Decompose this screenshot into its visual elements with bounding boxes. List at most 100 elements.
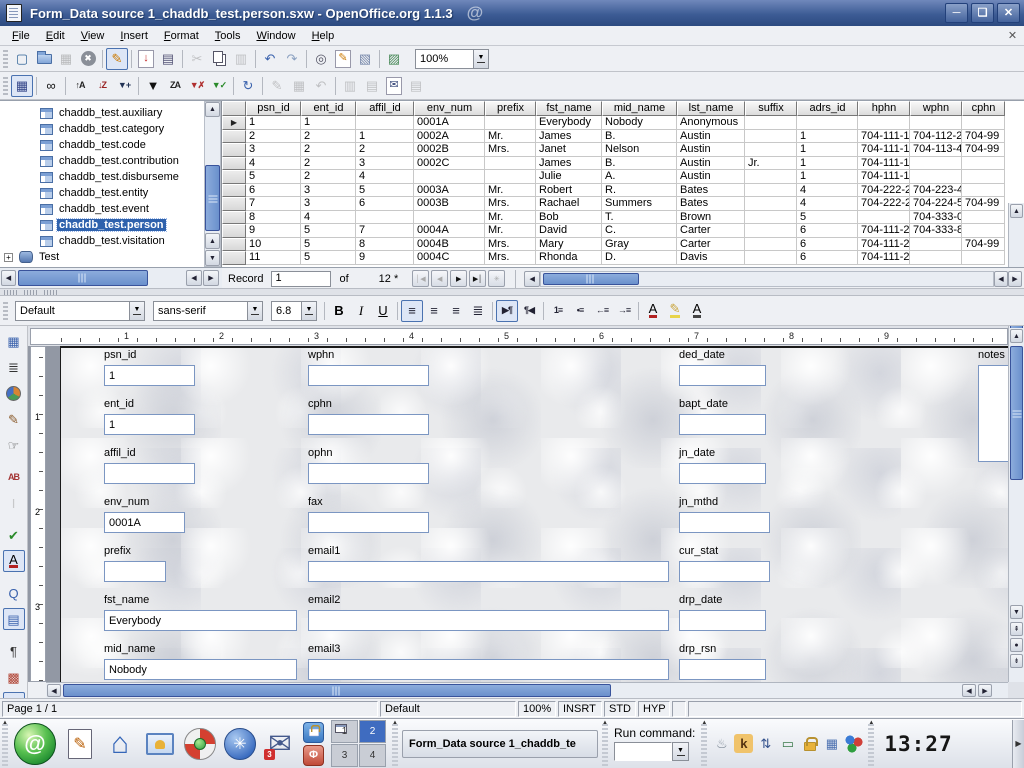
klipper-icon[interactable]: k [734, 734, 753, 753]
taskbar-clock[interactable]: 13:27 [884, 732, 952, 756]
field-input-ded_date[interactable] [679, 365, 766, 386]
field-input-env_num[interactable]: 0001A [104, 512, 185, 533]
toolbar-grip[interactable] [3, 302, 8, 320]
cell-cphn[interactable] [962, 211, 1005, 225]
cell-suffix[interactable] [745, 224, 797, 238]
first-record-button[interactable]: │◀ [412, 270, 429, 287]
cell-adrs_id[interactable]: 4 [797, 184, 858, 198]
field-input-notes[interactable] [978, 365, 1008, 462]
cell-psn_id[interactable]: 7 [246, 197, 301, 211]
cell-suffix[interactable] [745, 116, 797, 130]
cell-prefix[interactable]: Mr. [485, 211, 536, 225]
cell-env_num[interactable]: 0002B [414, 143, 485, 157]
size-dropdown-icon[interactable]: ▼ [301, 301, 317, 321]
sort-descending-icon[interactable]: ↓Z [91, 75, 113, 97]
cell-prefix[interactable]: Mrs. [485, 251, 536, 265]
row-selector[interactable] [222, 143, 246, 157]
prev-record-button[interactable]: ◀ [431, 270, 448, 287]
field-input-bapt_date[interactable] [679, 414, 766, 435]
document-close-icon[interactable]: ✕ [1005, 28, 1020, 43]
cell-adrs_id[interactable]: 6 [797, 224, 858, 238]
graphics-onoff-icon[interactable]: ▩ [3, 666, 25, 688]
tree-item-entity[interactable]: chaddb_test.entity [40, 185, 150, 201]
cell-suffix[interactable] [745, 143, 797, 157]
cell-psn_id[interactable]: 4 [246, 157, 301, 171]
cell-env_num[interactable]: 0004B [414, 238, 485, 252]
cell-hphn[interactable]: 704-111-2 [858, 224, 910, 238]
cell-lst_name[interactable]: Anonymous [677, 116, 745, 130]
column-header-cphn[interactable]: cphn [962, 101, 1005, 116]
column-header-mid_name[interactable]: mid_name [602, 101, 677, 116]
row-selector[interactable] [222, 224, 246, 238]
field-input-jn_date[interactable] [679, 463, 766, 484]
autospellcheck-icon[interactable]: A [3, 550, 25, 572]
scroll-right-icon[interactable]: ▶ [978, 684, 992, 697]
cell-fst_name[interactable]: Julie [536, 170, 602, 184]
insert-fields-icon[interactable]: ≣ [3, 356, 25, 378]
cell-ent_id[interactable]: 4 [301, 211, 356, 225]
autotext-icon[interactable]: AB [3, 466, 25, 488]
cell-affil_id[interactable] [356, 211, 414, 225]
align-right-icon[interactable]: ≡ [445, 300, 467, 322]
panel-handle[interactable] [2, 722, 8, 766]
document-vertical-scrollbar[interactable]: ▲ ▼ ⇞ ● ⇟ [1008, 328, 1024, 682]
decrease-indent-icon[interactable]: ←≡ [591, 300, 613, 322]
field-input-mid_name[interactable]: Nobody [104, 659, 297, 680]
cell-prefix[interactable]: Mrs. [485, 197, 536, 211]
cell-wphn[interactable] [910, 238, 962, 252]
cell-lst_name[interactable]: Bates [677, 184, 745, 198]
italic-icon[interactable]: I [350, 300, 372, 322]
cell-env_num[interactable]: 0003A [414, 184, 485, 198]
cell-cphn[interactable] [962, 116, 1005, 130]
cell-mid_name[interactable]: Summers [602, 197, 677, 211]
screenshot-icon[interactable] [140, 722, 180, 766]
paragraph-style-combo[interactable]: Default ▼ [15, 301, 145, 321]
cell-adrs_id[interactable]: 6 [797, 251, 858, 265]
cell-wphn[interactable] [910, 157, 962, 171]
cell-cphn[interactable]: 704-99 [962, 130, 1005, 144]
field-input-fst_name[interactable]: Everybody [104, 610, 297, 631]
cell-mid_name[interactable]: T. [602, 211, 677, 225]
cell-lst_name[interactable]: Austin [677, 157, 745, 171]
cell-hphn[interactable]: 704-111-1 [858, 130, 910, 144]
cell-mid_name[interactable]: C. [602, 224, 677, 238]
redo-icon[interactable]: ↷ [281, 48, 303, 70]
column-header-ent_id[interactable]: ent_id [301, 101, 356, 116]
panel-handle[interactable] [701, 722, 707, 766]
start-menu-button[interactable]: @ [14, 723, 56, 765]
column-header-psn_id[interactable]: psn_id [246, 101, 301, 116]
cell-mid_name[interactable]: Gray [602, 238, 677, 252]
cell-suffix[interactable] [745, 238, 797, 252]
cell-suffix[interactable] [745, 251, 797, 265]
cell-psn_id[interactable]: 6 [246, 184, 301, 198]
underline-icon[interactable]: U [372, 300, 394, 322]
cell-wphn[interactable] [910, 251, 962, 265]
tree-hscroll-left2-icon[interactable]: ◀ [186, 270, 202, 286]
field-input-email3[interactable] [308, 659, 669, 680]
scroll-left2-icon[interactable]: ◀ [962, 684, 976, 697]
cell-adrs_id[interactable]: 5 [797, 211, 858, 225]
cell-wphn[interactable]: 704-333-0 [910, 211, 962, 225]
cell-prefix[interactable]: Mrs. [485, 143, 536, 157]
toolbar-grip[interactable] [3, 50, 8, 68]
font-size-value[interactable]: 6.8 [271, 301, 301, 321]
tree-item-category[interactable]: chaddb_test.category [40, 121, 166, 137]
tree-hscroll-thumb[interactable] [18, 270, 148, 286]
cell-suffix[interactable] [745, 211, 797, 225]
cell-env_num[interactable]: 0003B [414, 197, 485, 211]
justify-icon[interactable]: ≣ [467, 300, 489, 322]
panel-handle[interactable] [392, 722, 398, 766]
grid-horizontal-scrollbar[interactable] [540, 271, 994, 287]
zoom-dropdown-icon[interactable]: ▼ [473, 49, 489, 69]
taskbar-window-button[interactable]: Form_Data source 1_chaddb_te [402, 730, 598, 758]
data-to-fields-icon[interactable]: ▥ [339, 75, 361, 97]
cell-hphn[interactable]: 704-111-2 [858, 238, 910, 252]
cell-wphn[interactable]: 704-224-5 [910, 197, 962, 211]
tree-scroll-thumb[interactable] [205, 165, 220, 231]
mail-icon[interactable]: ✉3 [260, 722, 300, 766]
draw-functions-icon[interactable]: ✎ [3, 408, 25, 430]
home-folder-icon[interactable]: ⌂ [100, 722, 140, 766]
menu-tools[interactable]: Tools [207, 28, 249, 44]
cell-hphn[interactable]: 704-111-1 [858, 157, 910, 171]
cell-affil_id[interactable]: 1 [356, 130, 414, 144]
